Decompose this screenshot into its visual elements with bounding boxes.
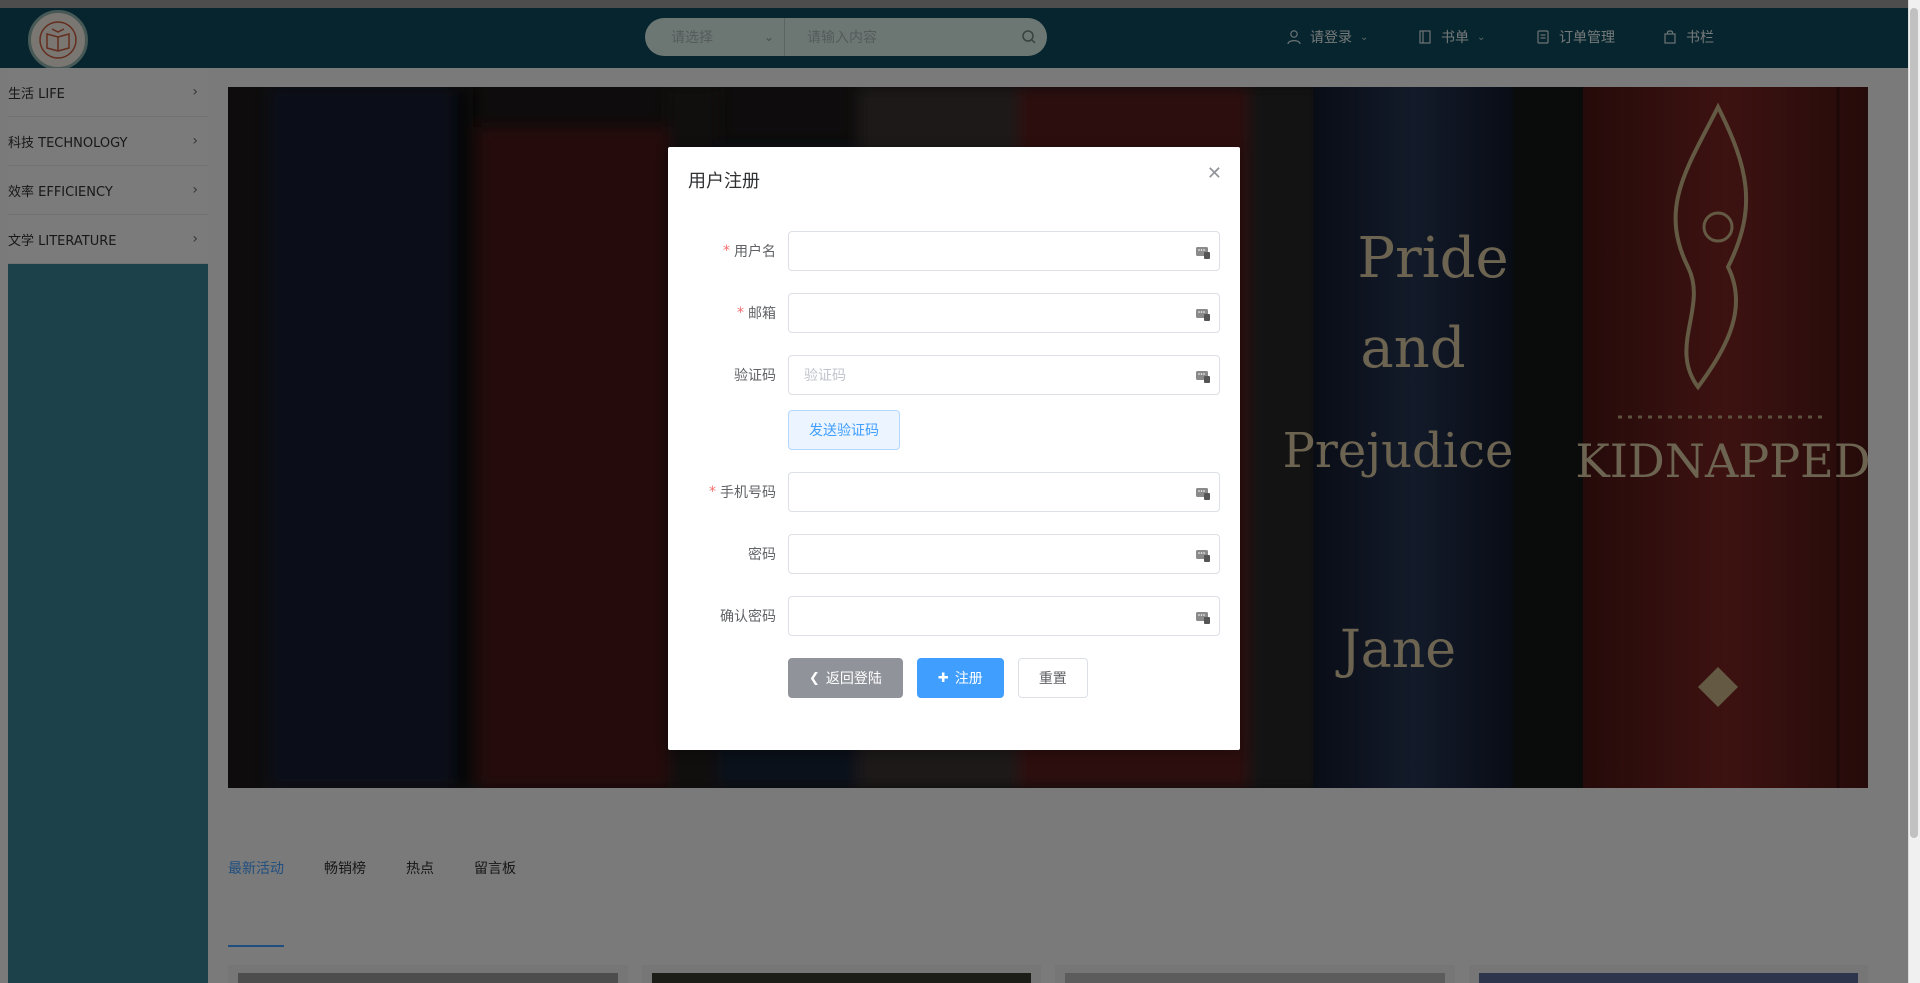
dialog-actions: ❮ 返回登陆 ✚ 注册 重置 [788,658,1088,698]
code-label-text: 验证码 [734,368,776,384]
username-field[interactable] [788,231,1220,271]
send-code-button[interactable]: 发送验证码 [788,410,900,450]
register-button[interactable]: ✚ 注册 [916,658,1004,698]
phone-field[interactable] [788,472,1220,512]
autofill-icon[interactable] [1195,547,1211,563]
autofill-icon[interactable] [1195,485,1211,501]
reset-button-label: 重置 [1038,671,1067,687]
required-mark: * [737,305,744,321]
form-row-confirm-password: 确认密码 [668,596,1240,636]
code-placeholder: 验证码 [804,368,846,384]
form-row-email: * 邮箱 [668,293,1240,333]
autofill-icon[interactable] [1195,368,1211,384]
autofill-icon[interactable] [1195,609,1211,625]
confirm-password-label: 确认密码 [720,596,776,636]
back-to-login-button[interactable]: ❮ 返回登陆 [788,658,903,698]
phone-label-text: 手机号码 [720,485,776,501]
email-label-text: 邮箱 [748,306,776,322]
form-row-password: 密码 [668,534,1240,574]
close-icon[interactable]: ✕ [1207,165,1222,183]
scrollbar-thumb[interactable] [1910,8,1918,838]
autofill-icon[interactable] [1195,244,1211,260]
back-button-label: 返回登陆 [825,671,882,687]
required-mark: * [709,484,716,500]
phone-label: * 手机号码 [709,472,776,512]
password-label: 密码 [748,534,776,574]
username-label-text: 用户名 [734,244,776,260]
register-dialog: 用户注册 ✕ * 用户名 * 邮箱 验证码 验证码 发送验证码 * 手机号码 密码 [668,147,1240,750]
form-row-code: 验证码 验证码 [668,355,1240,395]
form-row-phone: * 手机号码 [668,472,1240,512]
chevron-left-icon: ❮ [809,670,820,686]
form-row-username: * 用户名 [668,231,1240,271]
password-label-text: 密码 [748,547,776,563]
confirm-label-text: 确认密码 [720,609,776,625]
verification-code-field[interactable]: 验证码 [788,355,1220,395]
autofill-icon[interactable] [1195,306,1211,322]
plus-icon: ✚ [937,670,949,686]
required-mark: * [723,243,730,259]
reset-button[interactable]: 重置 [1017,658,1088,698]
email-label: * 邮箱 [737,293,776,333]
username-label: * 用户名 [723,231,776,271]
confirm-password-field[interactable] [788,596,1220,636]
code-label: 验证码 [734,355,776,395]
email-field[interactable] [788,293,1220,333]
password-field[interactable] [788,534,1220,574]
dialog-title: 用户注册 [688,171,760,192]
register-button-label: 注册 [954,671,983,687]
